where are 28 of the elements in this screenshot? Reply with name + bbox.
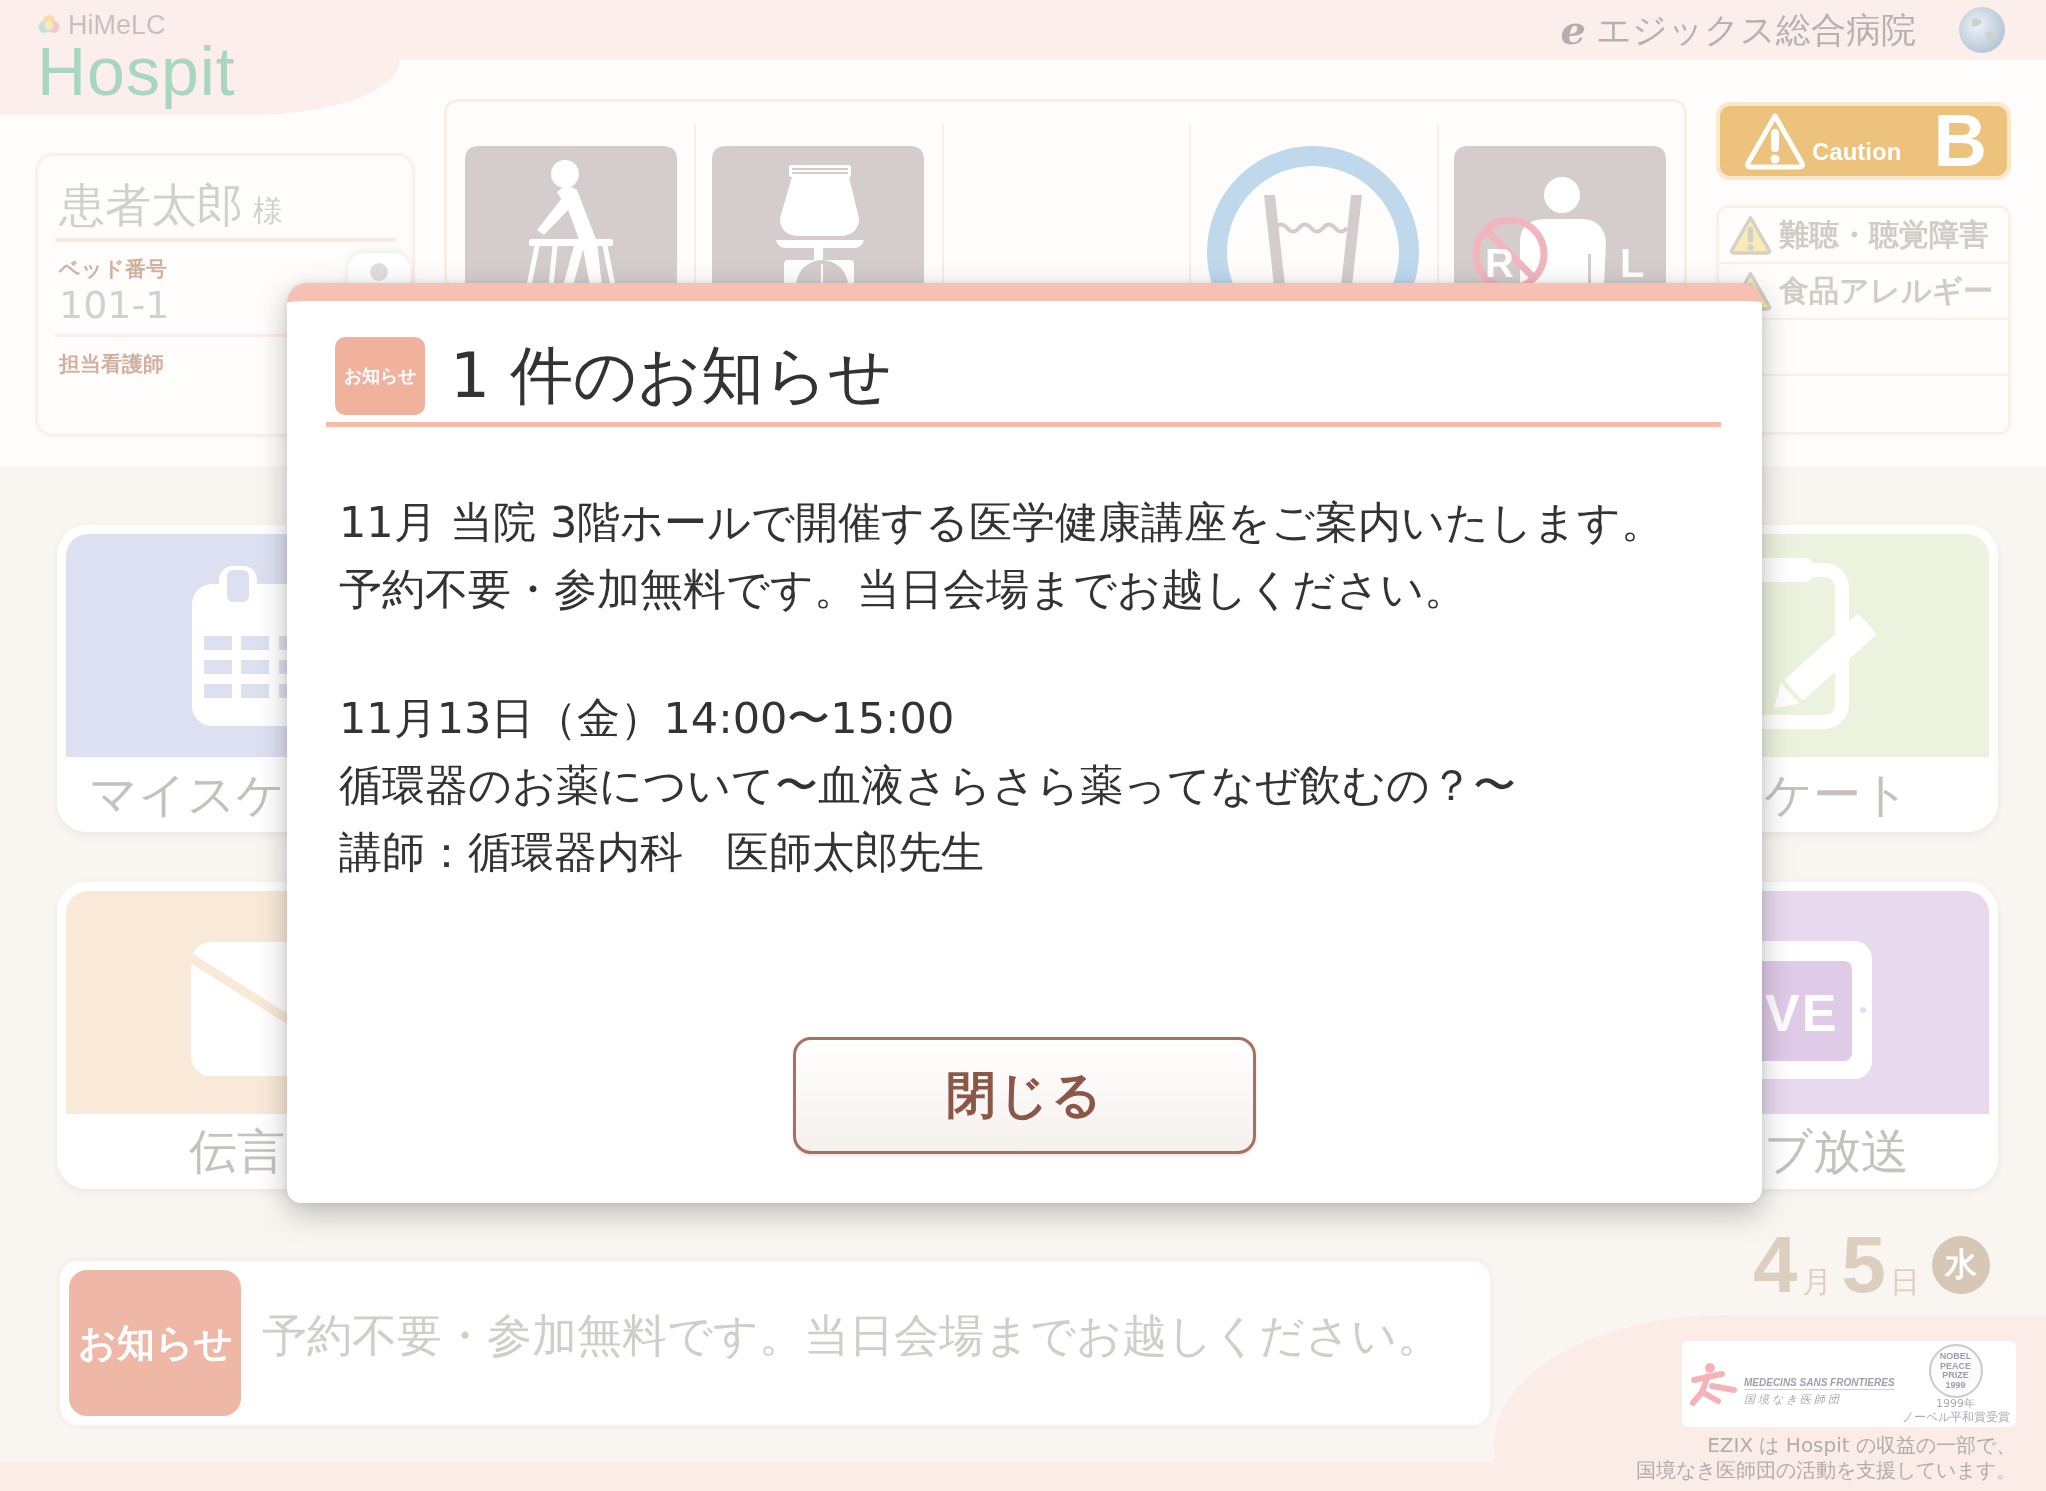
hospital-name: エジックス総合病院 <box>1596 9 1916 52</box>
prize-year: 1999年 <box>1936 1398 1976 1410</box>
notice-text: 予約不要・参加無料です。当日会場までお越しください。 <box>339 563 1467 616</box>
sponsor-note: EZIX は Hospit の収益の一部で、 国境なき医師団の活動を支援しています。 <box>1636 1433 2016 1483</box>
caution-label: Caution <box>1812 138 1902 166</box>
dialog-title: 1 件のお知らせ <box>450 338 893 414</box>
sponsor-name: 国境なき医師団 <box>1744 1392 1843 1406</box>
brand-mark: e <box>1560 6 1586 54</box>
sponsor-name: MEDECINS SANS FRONTIERES <box>1744 1376 1895 1390</box>
prize-caption: ノーベル平和賞受賞 <box>1901 1410 2010 1424</box>
caution-grade: B <box>1933 106 1987 176</box>
notice-text: 11月 当院 3階ホールで開催する医学健康講座をご案内いたします。 <box>339 496 1665 549</box>
bed-label: ベッド番号 <box>57 256 167 282</box>
warning-icon <box>1728 215 1773 255</box>
weekday-badge: 水 <box>1932 1236 1990 1294</box>
notice-text: 11月13日（金）14:00〜15:00 <box>339 692 955 745</box>
seal-text: NOBEL PEACE PRIZE 1999 <box>1938 1352 1973 1390</box>
side-letter: R <box>1485 241 1515 285</box>
warning-icon <box>1744 112 1806 170</box>
globe-icon <box>1958 6 2006 54</box>
notice-badge: お知らせ <box>335 337 425 415</box>
running-figure-icon <box>1688 1362 1738 1406</box>
notice-text: 循環器のお薬について〜血液さらさら薬ってなぜ飲むの？〜 <box>339 759 1516 812</box>
water-cup-icon <box>1206 146 1419 286</box>
nurse-label: 担当看護師 <box>57 351 164 377</box>
notice-badge: お知らせ <box>69 1270 241 1416</box>
notice-text: 講師：循環器内科 医師太郎先生 <box>339 826 984 879</box>
close-button[interactable]: 閉じる <box>793 1037 1256 1154</box>
